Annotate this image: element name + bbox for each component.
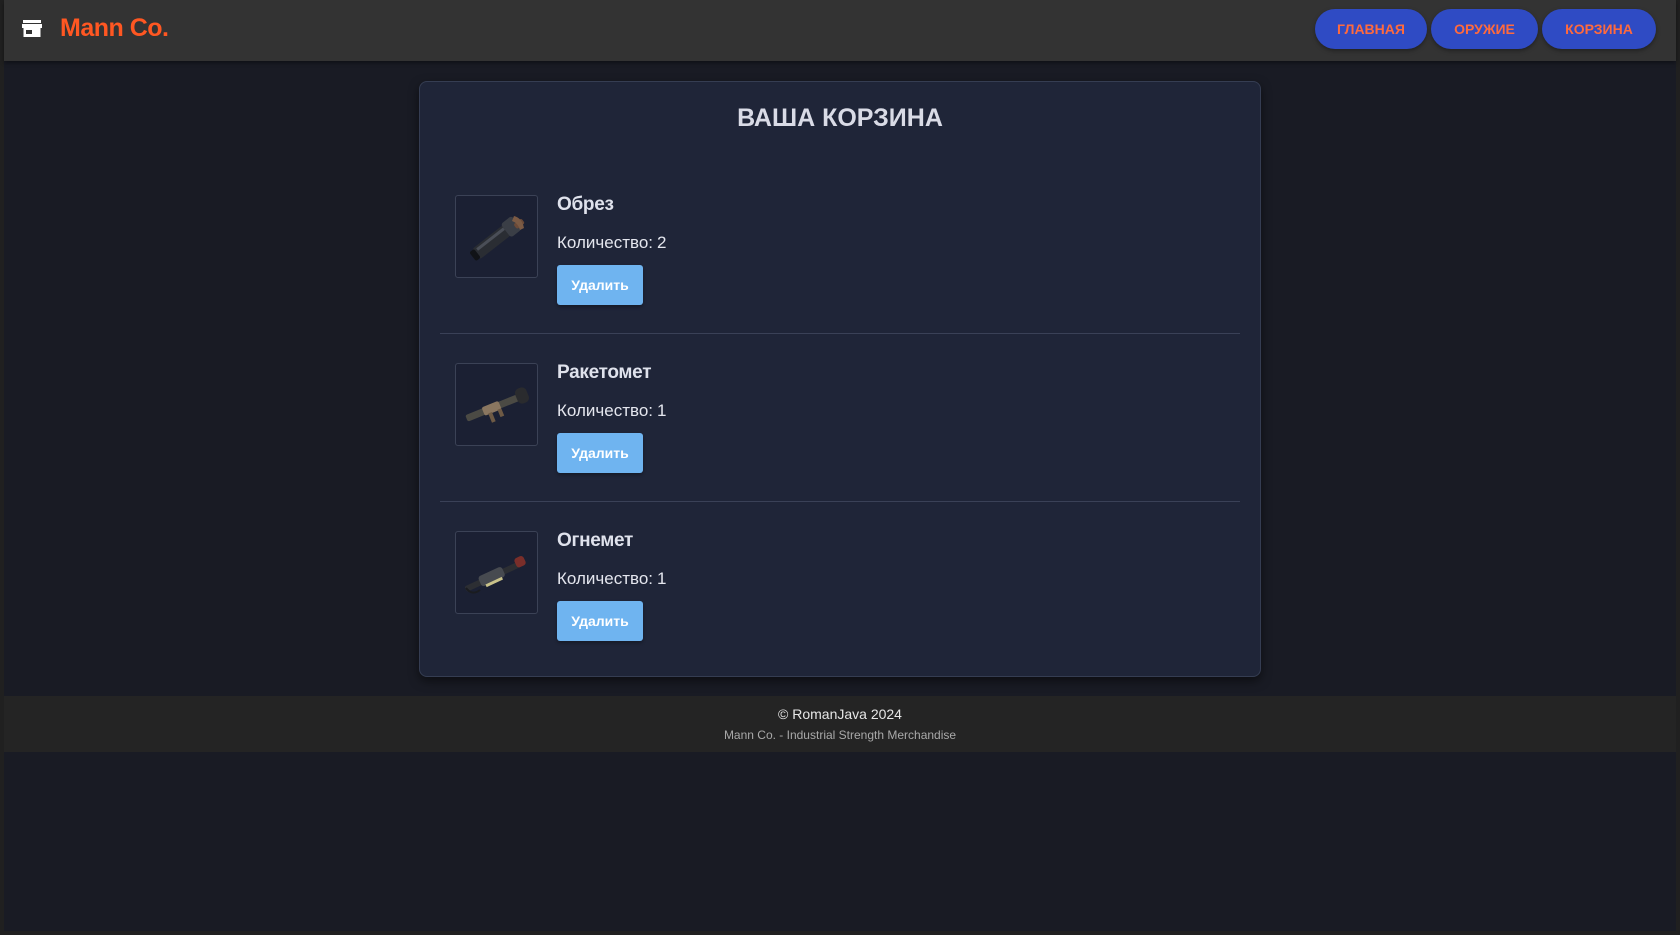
- nav-cart-button[interactable]: КОРЗИНА: [1542, 9, 1656, 49]
- cart-panel: ВАША КОРЗИНА Обрез Количество: 2 Удалить…: [419, 81, 1261, 677]
- item-name: Обрез: [557, 194, 614, 215]
- remove-item-button[interactable]: Удалить: [557, 265, 643, 305]
- item-name: Огнемет: [557, 530, 634, 551]
- main-nav: ГЛАВНАЯ ОРУЖИЕ КОРЗИНА: [1315, 9, 1656, 49]
- top-navbar: Mann Co. ГЛАВНАЯ ОРУЖИЕ КОРЗИНА: [4, 0, 1676, 61]
- remove-item-button[interactable]: Удалить: [557, 601, 643, 641]
- quantity-value: 1: [657, 401, 667, 420]
- quantity-label: Количество:: [557, 233, 654, 252]
- cart-item: Ракетомет Количество: 1 Удалить: [440, 333, 1240, 502]
- page-footer: © RomanJava 2024 Mann Co. - Industrial S…: [4, 696, 1676, 752]
- item-quantity: Количество: 1: [557, 400, 666, 422]
- cart-item: Огнемет Количество: 1 Удалить: [440, 501, 1240, 669]
- item-quantity: Количество: 1: [557, 568, 666, 590]
- rocket-launcher-image: [455, 363, 538, 446]
- item-name: Ракетомет: [557, 362, 652, 383]
- storefront-icon[interactable]: [22, 19, 42, 38]
- brand-logo[interactable]: Mann Co.: [60, 12, 169, 45]
- nav-home-button[interactable]: ГЛАВНАЯ: [1315, 9, 1427, 49]
- quantity-label: Количество:: [557, 569, 654, 588]
- cart-title: ВАША КОРЗИНА: [737, 104, 943, 132]
- footer-copyright: © RomanJava 2024: [778, 706, 902, 722]
- nav-weapons-button[interactable]: ОРУЖИЕ: [1431, 9, 1538, 49]
- remove-item-button[interactable]: Удалить: [557, 433, 643, 473]
- quantity-value: 2: [657, 233, 667, 252]
- quantity-label: Количество:: [557, 401, 654, 420]
- item-quantity: Количество: 2: [557, 232, 666, 254]
- sawed-off-shotgun-image: [455, 195, 538, 278]
- quantity-value: 1: [657, 569, 667, 588]
- footer-tagline: Mann Co. - Industrial Strength Merchandi…: [723, 728, 957, 742]
- app-window: Mann Co. ГЛАВНАЯ ОРУЖИЕ КОРЗИНА ВАША КОР…: [4, 0, 1676, 931]
- flamethrower-image: [455, 531, 538, 614]
- cart-item: Обрез Количество: 2 Удалить: [440, 165, 1240, 334]
